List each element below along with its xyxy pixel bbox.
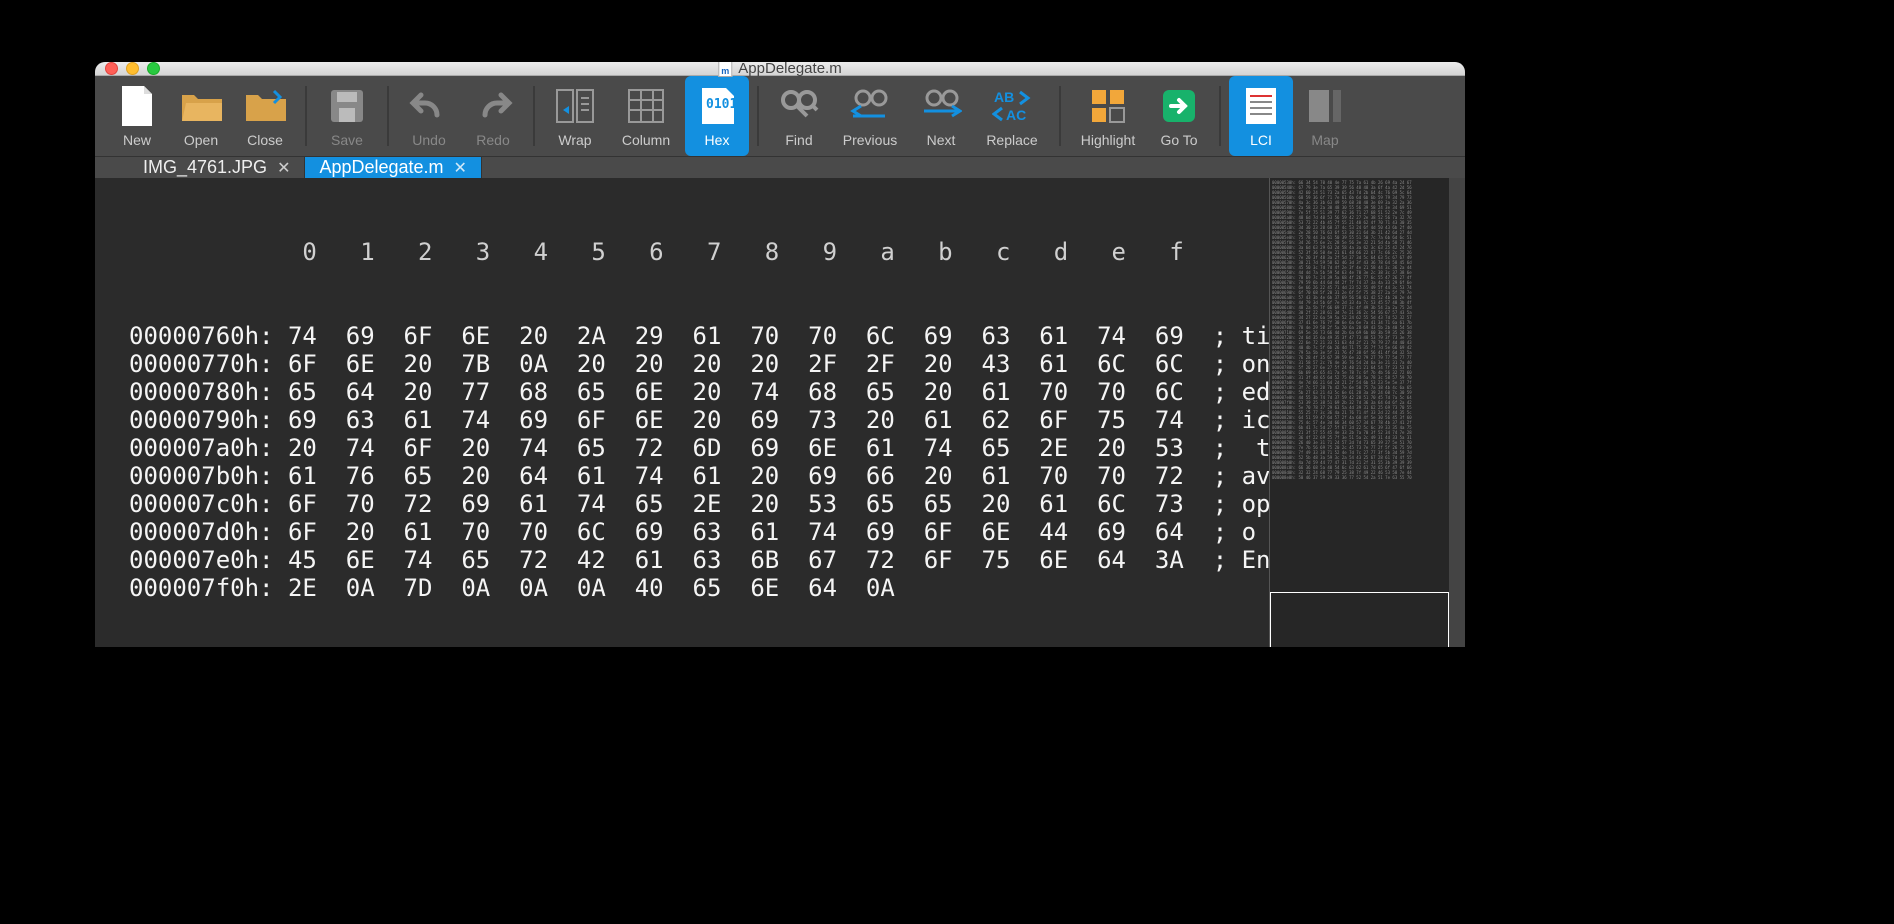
open-button[interactable]: Open [169, 76, 233, 156]
find-icon [778, 85, 820, 127]
hex-column-ruler: 0 1 2 3 4 5 6 7 8 9 a b c d e f [129, 238, 1269, 266]
minimap[interactable]: 00000530h: 66 34 54 70 40 4e 77 75 7a 61… [1269, 178, 1465, 647]
hex-row[interactable]: 00000790h: 69 63 61 74 69 6F 6E 20 69 73… [129, 406, 1269, 434]
close-label: Close [247, 132, 283, 148]
goto-icon [1158, 85, 1200, 127]
new-file-icon [116, 85, 158, 127]
titlebar: m AppDelegate.m [95, 62, 1465, 76]
map-button[interactable]: Map [1293, 76, 1357, 156]
hex-row[interactable]: 000007a0h: 20 74 6F 20 74 65 72 6D 69 6E… [129, 434, 1269, 462]
window-title: m AppDelegate.m [718, 62, 841, 77]
document-tabs: IMG_4761.JPG ✕ AppDelegate.m ✕ [95, 157, 1465, 178]
hex-row[interactable]: 000007e0h: 45 6E 74 65 72 42 61 63 6B 67… [129, 546, 1269, 574]
close-tab-icon[interactable]: ✕ [454, 158, 467, 178]
separator [1059, 86, 1061, 146]
tab-label: IMG_4761.JPG [143, 157, 267, 178]
hex-row[interactable]: 00000780h: 65 64 20 77 68 65 6E 20 74 68… [129, 378, 1269, 406]
hex-row[interactable]: 000007f0h: 2E 0A 7D 0A 0A 0A 40 65 6E 64… [129, 574, 1269, 602]
zoom-window-button[interactable] [147, 62, 160, 75]
svg-text:AB: AB [994, 89, 1014, 105]
tab-appdelegate[interactable]: AppDelegate.m ✕ [305, 157, 481, 178]
hex-row[interactable]: 00000760h: 74 69 6F 6E 20 2A 29 61 70 70… [129, 322, 1269, 350]
tab-label: AppDelegate.m [319, 157, 443, 178]
hex-label: Hex [705, 132, 730, 148]
hex-editor[interactable]: 0 1 2 3 4 5 6 7 8 9 a b c d e f 00000760… [95, 178, 1269, 647]
replace-button[interactable]: AB AC Replace [973, 76, 1051, 156]
hex-icon: 0101 [696, 85, 738, 127]
editor-area: 0 1 2 3 4 5 6 7 8 9 a b c d e f 00000760… [95, 178, 1465, 647]
close-folder-icon [244, 85, 286, 127]
undo-button[interactable]: Undo [397, 76, 461, 156]
redo-label: Redo [476, 132, 509, 148]
previous-button[interactable]: Previous [831, 76, 909, 156]
goto-label: Go To [1160, 132, 1197, 148]
previous-icon [849, 85, 891, 127]
hex-row[interactable]: 000007b0h: 61 76 65 20 64 61 74 61 20 69… [129, 462, 1269, 490]
close-button[interactable]: Close [233, 76, 297, 156]
column-icon [625, 85, 667, 127]
save-icon [326, 85, 368, 127]
new-label: New [123, 132, 151, 148]
hex-row[interactable]: 00000770h: 6F 6E 20 7B 0A 20 20 20 20 2F… [129, 350, 1269, 378]
hex-row[interactable]: 000007d0h: 6F 20 61 70 70 6C 69 63 61 74… [129, 518, 1269, 546]
undo-icon [408, 85, 450, 127]
next-icon [920, 85, 962, 127]
previous-label: Previous [843, 132, 897, 148]
toolbar: New Open Close Save Undo [95, 76, 1465, 157]
minimap-viewport[interactable] [1270, 592, 1449, 647]
window-title-text: AppDelegate.m [738, 62, 841, 77]
minimap-content: 00000530h: 66 34 54 70 40 4e 77 75 7a 61… [1272, 180, 1447, 647]
close-tab-icon[interactable]: ✕ [277, 158, 290, 178]
svg-text:0101: 0101 [706, 97, 736, 112]
wrap-button[interactable]: Wrap [543, 76, 607, 156]
highlight-icon [1087, 85, 1129, 127]
goto-button[interactable]: Go To [1147, 76, 1211, 156]
lci-icon [1240, 85, 1282, 127]
app-window: m AppDelegate.m New Open Close [95, 62, 1465, 647]
close-window-button[interactable] [105, 62, 118, 75]
separator [757, 86, 759, 146]
lci-label: LCI [1250, 132, 1272, 148]
lci-button[interactable]: LCI [1229, 76, 1293, 156]
separator [305, 86, 307, 146]
next-label: Next [927, 132, 956, 148]
hex-button[interactable]: 0101 Hex [685, 76, 749, 156]
find-label: Find [785, 132, 812, 148]
minimize-window-button[interactable] [126, 62, 139, 75]
save-button[interactable]: Save [315, 76, 379, 156]
column-button[interactable]: Column [607, 76, 685, 156]
separator [387, 86, 389, 146]
file-icon: m [718, 62, 732, 77]
hex-row[interactable]: 000007c0h: 6F 70 72 69 61 74 65 2E 20 53… [129, 490, 1269, 518]
map-icon [1304, 85, 1346, 127]
save-label: Save [331, 132, 363, 148]
redo-icon [472, 85, 514, 127]
undo-label: Undo [412, 132, 445, 148]
next-button[interactable]: Next [909, 76, 973, 156]
find-button[interactable]: Find [767, 76, 831, 156]
column-label: Column [622, 132, 670, 148]
wrap-label: Wrap [558, 132, 591, 148]
new-button[interactable]: New [105, 76, 169, 156]
open-folder-icon [180, 85, 222, 127]
highlight-label: Highlight [1081, 132, 1135, 148]
replace-icon: AB AC [991, 85, 1033, 127]
wrap-icon [554, 85, 596, 127]
open-label: Open [184, 132, 218, 148]
tab-img[interactable]: IMG_4761.JPG ✕ [129, 157, 305, 178]
separator [1219, 86, 1221, 146]
svg-text:AC: AC [1006, 107, 1026, 123]
map-label: Map [1311, 132, 1338, 148]
minimap-scrollbar[interactable] [1449, 178, 1465, 647]
redo-button[interactable]: Redo [461, 76, 525, 156]
traffic-lights [105, 62, 160, 75]
highlight-button[interactable]: Highlight [1069, 76, 1147, 156]
replace-label: Replace [986, 132, 1037, 148]
separator [533, 86, 535, 146]
